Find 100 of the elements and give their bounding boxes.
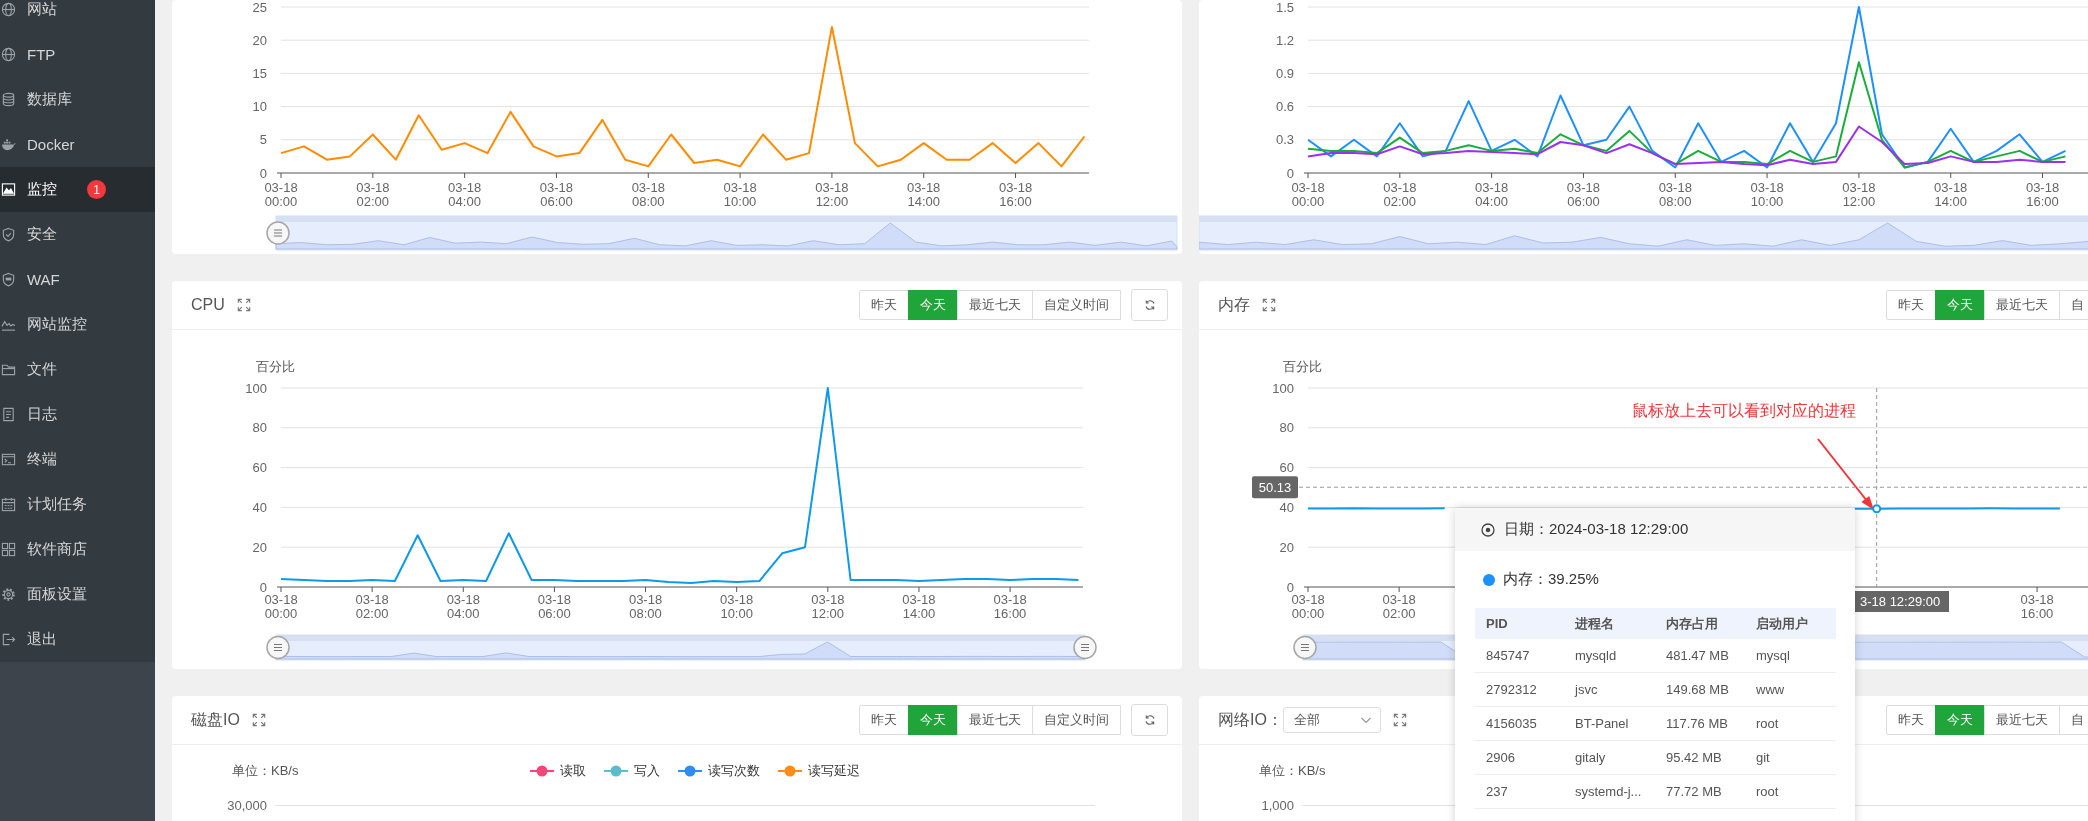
sidebar-item[interactable]: 终端	[0, 437, 155, 482]
tooltip-value: 内存：39.25%	[1503, 570, 1599, 589]
sidebar-item[interactable]: 软件商店	[0, 527, 155, 572]
range-tab[interactable]: 昨天	[859, 705, 909, 735]
slider-handle[interactable]	[266, 635, 290, 660]
range-tab[interactable]: 自	[2059, 705, 2088, 735]
y-tick-label: 1,000	[1261, 797, 1294, 813]
x-tick-label: 03-18 14:00	[907, 180, 941, 209]
whale-icon	[1, 137, 16, 152]
sidebar-item[interactable]: 计划任务	[0, 482, 155, 527]
range-tab[interactable]: 自定义时间	[1032, 705, 1121, 735]
table-cell: mysql	[1745, 639, 1836, 673]
sidebar-item[interactable]: 退出	[0, 617, 155, 662]
refresh-icon	[1143, 299, 1156, 311]
x-tick-label: 03-18 16:00	[2025, 180, 2060, 209]
x-tick-label: 03-18 04:00	[446, 592, 480, 621]
y-tick-label: 40	[252, 499, 267, 515]
zoom-slider[interactable]	[275, 634, 1086, 661]
table-cell: 237	[1475, 774, 1564, 809]
clock-icon	[1481, 522, 1495, 537]
pointer-time-label: 3-18 12:29:00	[1855, 591, 1949, 612]
exit-icon	[1, 632, 16, 647]
tooltip-date: 日期：2024-03-18 12:29:00	[1504, 520, 1689, 539]
shield-icon	[1, 272, 16, 287]
sidebar-item[interactable]: 文件	[0, 347, 155, 392]
slider-handle[interactable]	[1293, 635, 1317, 660]
sidebar-item[interactable]: WAF	[0, 257, 155, 302]
y-tick-label: 60	[252, 460, 267, 476]
range-tab[interactable]: 最近七天	[1984, 705, 2060, 735]
column-header: PID	[1475, 608, 1564, 639]
filter-select[interactable]: 全部	[1282, 707, 1381, 733]
y-tick-label: 25	[252, 0, 267, 15]
sidebar-item[interactable]: 数据库	[0, 77, 155, 122]
range-tab[interactable]: 最近七天	[1984, 290, 2060, 320]
y-tick-label: 15	[252, 65, 267, 81]
table-cell: root	[1745, 706, 1836, 741]
slider-handle[interactable]	[266, 221, 290, 245]
unit-label: 单位：KB/s	[232, 762, 299, 780]
x-tick-label: 03-18 14:00	[1934, 180, 1968, 209]
y-tick-label: 5	[259, 132, 267, 148]
grid-icon	[1, 542, 16, 557]
calendar-icon	[1, 497, 16, 512]
folder-icon	[1, 362, 16, 377]
x-tick-label: 03-18 04:00	[1475, 180, 1509, 209]
legend-item[interactable]: 写入	[604, 762, 660, 780]
zoom-slider[interactable]	[1199, 215, 2088, 251]
chart-window-icon	[1, 182, 16, 197]
terminal-icon	[1, 452, 16, 467]
y-tick-label: 1.2	[1275, 32, 1294, 48]
sidebar-item[interactable]: 网站	[0, 0, 155, 32]
x-tick-label: 03-18 12:00	[1842, 180, 1876, 209]
sidebar-item[interactable]: 安全	[0, 212, 155, 257]
series-dot	[1483, 573, 1495, 586]
sidebar-item[interactable]: Docker	[0, 122, 155, 167]
table-cell: 95.42 MB	[1655, 740, 1745, 775]
range-tab[interactable]: 自定义时间	[1032, 290, 1121, 320]
column-header: 启动用户	[1745, 608, 1836, 639]
document-icon	[1, 407, 16, 422]
range-tab[interactable]: 昨天	[1886, 290, 1936, 320]
y-tick-label: 40	[1279, 499, 1294, 515]
y-tick-label: 30,000	[227, 797, 267, 813]
range-tab[interactable]: 自	[2059, 290, 2088, 320]
table-cell: root	[1745, 774, 1836, 809]
x-tick-label: 03-18 10:00	[1750, 180, 1784, 209]
y-tick-label: 0.9	[1275, 65, 1294, 81]
range-tab[interactable]: 最近七天	[957, 705, 1033, 735]
data-point	[1872, 504, 1882, 514]
sidebar-item[interactable]: FTP	[0, 32, 155, 77]
y-tick-label: 20	[252, 539, 267, 555]
table-cell: 845747	[1475, 639, 1564, 673]
legend-item[interactable]: 读写延迟	[778, 762, 860, 780]
range-tab[interactable]: 最近七天	[957, 290, 1033, 320]
y-tick-label: 80	[252, 420, 267, 436]
x-tick-label: 03-18 02:00	[1382, 592, 1416, 621]
table-cell: mysqld	[1564, 639, 1655, 673]
slider-handle[interactable]	[1073, 635, 1097, 660]
column-header: 内存占用	[1655, 608, 1745, 639]
expand-icon[interactable]	[1262, 298, 1276, 312]
legend-item[interactable]: 读取	[530, 762, 586, 780]
y-tick-label: 0	[1286, 579, 1294, 595]
y-tick-label: 60	[1279, 460, 1294, 476]
expand-icon[interactable]	[251, 713, 266, 727]
sidebar-item[interactable]: 面板设置	[0, 572, 155, 617]
y-tick-label: 100	[1272, 380, 1294, 396]
y-tick-label: 10	[252, 99, 267, 115]
expand-icon[interactable]	[236, 298, 251, 312]
expand-icon[interactable]	[1392, 713, 1407, 727]
range-tab[interactable]: 昨天	[1886, 705, 1936, 735]
axis-title: 百分比	[1283, 359, 1322, 374]
zoom-slider[interactable]	[275, 215, 1178, 251]
axis-title: 百分比	[256, 359, 295, 374]
panel-title: 磁盘IO	[191, 709, 240, 730]
sidebar-item[interactable]: 监控 1	[0, 167, 155, 212]
panel-title: 网络IO：	[1218, 709, 1283, 730]
sidebar-item[interactable]: 网站监控	[0, 302, 155, 347]
panel-title: 内存	[1218, 294, 1250, 315]
y-tick-label: 0.3	[1275, 132, 1294, 148]
sidebar-item[interactable]: 日志	[0, 392, 155, 437]
legend-item[interactable]: 读写次数	[678, 762, 760, 780]
range-tab[interactable]: 昨天	[859, 290, 909, 320]
